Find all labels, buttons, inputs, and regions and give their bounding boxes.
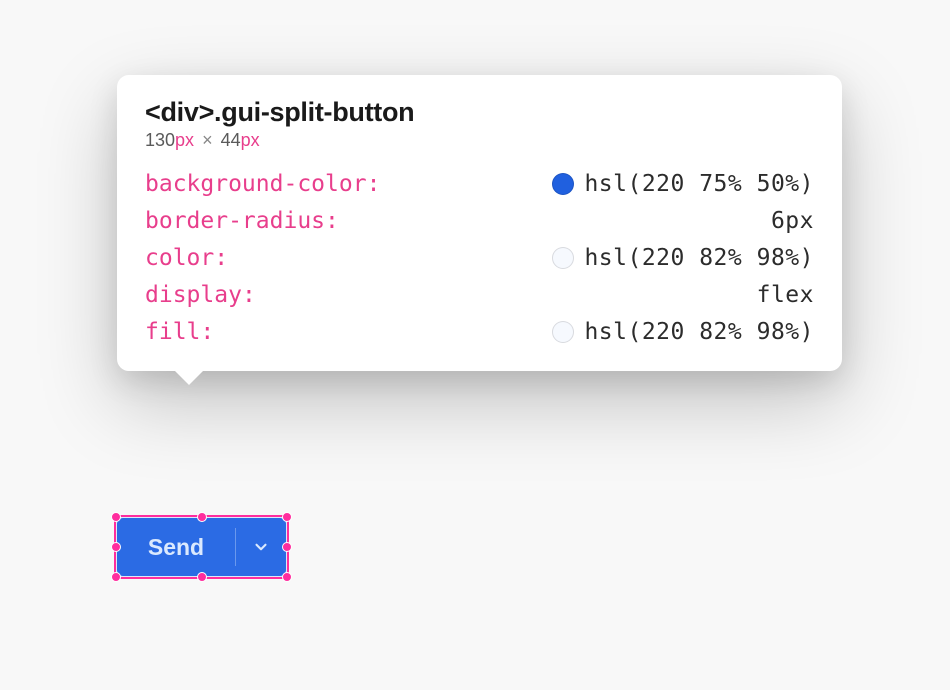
chevron-down-icon — [252, 538, 270, 556]
tooltip-header: <div>.gui-split-button 130px × 44px — [145, 97, 814, 151]
split-button[interactable]: Send — [117, 518, 286, 576]
dropdown-toggle-button[interactable] — [236, 518, 286, 576]
color-swatch — [552, 247, 574, 269]
properties-list: background-color: hsl(220 75% 50%) border-… — [145, 171, 814, 345]
property-name: display — [145, 282, 242, 308]
property-row: display: flex — [145, 282, 814, 308]
color-swatch — [552, 173, 574, 195]
width-value: 130 — [145, 130, 175, 150]
property-colon: : — [242, 282, 256, 308]
property-row: fill: hsl(220 82% 98%) — [145, 319, 814, 345]
property-value: hsl(220 82% 98%) — [584, 245, 814, 271]
send-button-label: Send — [148, 534, 204, 561]
property-colon: : — [200, 319, 214, 345]
color-swatch — [552, 321, 574, 343]
property-row: border-radius: 6px — [145, 208, 814, 234]
split-button-container: Send — [117, 518, 286, 576]
property-colon: : — [367, 171, 381, 197]
element-selector: <div>.gui-split-button — [145, 97, 814, 128]
property-value: flex — [757, 282, 814, 308]
element-class: .gui-split-button — [214, 97, 414, 127]
property-value: 6px — [771, 208, 814, 234]
element-tag: <div> — [145, 97, 214, 127]
property-row: color: hsl(220 82% 98%) — [145, 245, 814, 271]
property-name: border-radius — [145, 208, 325, 234]
property-name: background-color — [145, 171, 367, 197]
height-unit: px — [241, 130, 260, 150]
send-button[interactable]: Send — [117, 518, 235, 576]
property-name: color — [145, 245, 214, 271]
property-name: fill — [145, 319, 200, 345]
property-value: hsl(220 82% 98%) — [584, 319, 814, 345]
dimension-separator: × — [202, 130, 213, 150]
property-colon: : — [325, 208, 339, 234]
width-unit: px — [175, 130, 194, 150]
element-dimensions: 130px × 44px — [145, 130, 814, 151]
property-row: background-color: hsl(220 75% 50%) — [145, 171, 814, 197]
property-colon: : — [214, 245, 228, 271]
property-value: hsl(220 75% 50%) — [584, 171, 814, 197]
inspector-tooltip: <div>.gui-split-button 130px × 44px back… — [117, 75, 842, 371]
height-value: 44 — [221, 130, 241, 150]
